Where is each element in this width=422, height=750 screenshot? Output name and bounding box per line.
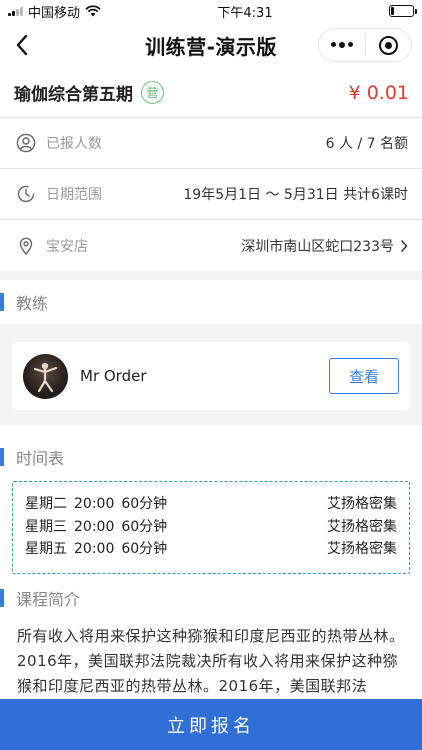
status-left: 中国移动	[8, 2, 101, 21]
course-name: 瑜伽综合第五期	[14, 85, 133, 105]
date-label-group: 日期范围	[16, 184, 102, 204]
schedule-duration: 60分钟	[121, 518, 168, 535]
enrolled-row: 已报人数 6 人 / 7 名额	[0, 118, 422, 169]
schedule-day: 星期二	[25, 496, 67, 512]
section-accent-bar	[0, 588, 4, 607]
carrier-label: 中国移动	[28, 5, 81, 21]
date-label: 日期范围	[46, 187, 102, 203]
coach-info: Mr Order	[23, 353, 147, 399]
date-value: 19年5月1日 ～ 5月31日 共计6课时	[183, 187, 408, 203]
camp-badge: 营	[141, 81, 164, 104]
schedule-row: 星期五 20:00 60分钟 艾扬格密集	[25, 538, 397, 561]
schedule-duration: 60分钟	[121, 541, 168, 557]
chevron-right-icon	[400, 239, 408, 252]
section-accent-bar	[0, 293, 4, 311]
section-accent-bar	[0, 448, 4, 466]
intro-section-title: 课程简介	[16, 589, 81, 609]
view-coach-button[interactable]: 查看	[329, 358, 399, 394]
course-header: 瑜伽综合第五期 营 ¥ 0.01	[0, 68, 422, 118]
signal-icon	[8, 6, 23, 16]
store-label-group: 宝安店	[16, 236, 88, 256]
schedule-location: 艾扬格密集	[327, 541, 397, 557]
schedule-duration: 60分钟	[121, 496, 168, 512]
intro-text: 所有收入将用来保护这种猕猴和印度尼西亚的热带丛林。2016年，美国联邦法院裁决所…	[17, 626, 405, 695]
battery-level	[391, 7, 395, 15]
date-row: 日期范围 19年5月1日 ～ 5月31日 共计6课时	[0, 169, 422, 220]
mini-program-capsule	[318, 28, 412, 62]
user-icon	[16, 133, 36, 153]
more-icon	[330, 42, 353, 48]
coach-avatar	[23, 353, 68, 399]
location-pin-icon	[16, 236, 36, 256]
wifi-icon	[85, 5, 101, 17]
status-bar: 中国移动 下午4:31	[0, 0, 422, 22]
store-label: 宝安店	[46, 238, 88, 255]
schedule-time-group: 星期二 20:00 60分钟	[25, 493, 167, 516]
nav-bar: 训练营-演示版	[0, 22, 422, 68]
address-row[interactable]: 宝安店 深圳市南山区蛇口233号	[0, 220, 422, 271]
coach-name: Mr Order	[80, 367, 147, 385]
schedule-day: 星期五	[25, 541, 67, 557]
course-price: ¥ 0.01	[348, 81, 409, 104]
status-time: 下午4:31	[217, 5, 273, 21]
close-target-icon	[378, 35, 398, 55]
schedule-time: 20:00	[74, 518, 115, 535]
more-button[interactable]	[319, 29, 365, 61]
back-icon	[16, 34, 28, 56]
clock-icon	[16, 184, 36, 204]
coach-section-title: 教练	[16, 294, 49, 313]
schedule-time: 20:00	[74, 496, 115, 512]
back-button[interactable]	[10, 33, 34, 57]
schedule-time-group: 星期三 20:00 60分钟	[25, 516, 167, 539]
intro-section-header: 课程简介	[0, 576, 422, 620]
coach-section-header: 教练	[0, 280, 422, 324]
schedule-location: 艾扬格密集	[327, 518, 397, 535]
battery-icon	[389, 5, 417, 17]
schedule-section-title: 时间表	[16, 449, 65, 468]
schedule-section-header: 时间表	[0, 435, 422, 479]
enrolled-label: 已报人数	[46, 136, 102, 152]
schedule-row: 星期三 20:00 60分钟 艾扬格密集	[25, 516, 397, 539]
store-address: 深圳市南山区蛇口233号	[241, 238, 394, 255]
enrolled-label-group: 已报人数	[16, 133, 102, 153]
schedule-day: 星期三	[25, 518, 67, 535]
section-gap	[0, 271, 422, 280]
coach-card: Mr Order 查看	[12, 342, 410, 410]
store-address-group: 深圳市南山区蛇口233号	[241, 236, 408, 256]
coach-area: Mr Order 查看	[0, 324, 422, 425]
enrolled-value: 6 人 / 7 名额	[325, 136, 408, 152]
close-button[interactable]	[366, 29, 412, 61]
schedule-time: 20:00	[74, 541, 115, 557]
course-title-group: 瑜伽综合第五期 营	[14, 80, 164, 105]
schedule-time-group: 星期五 20:00 60分钟	[25, 538, 167, 561]
page-title: 训练营-演示版	[145, 34, 277, 59]
signup-button[interactable]: 立即报名	[0, 699, 422, 750]
schedule-box: 星期二 20:00 60分钟 艾扬格密集 星期三 20:00 60分钟 艾扬格密…	[12, 481, 410, 574]
schedule-location: 艾扬格密集	[327, 496, 397, 512]
schedule-row: 星期二 20:00 60分钟 艾扬格密集	[25, 493, 397, 516]
